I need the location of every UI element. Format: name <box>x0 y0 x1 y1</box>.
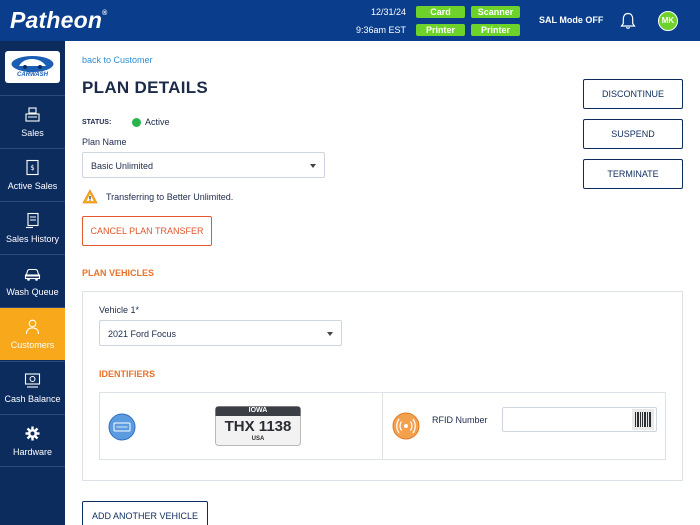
license-plate-icon <box>108 413 136 441</box>
identifiers-divider <box>382 392 383 460</box>
header-date: 12/31/24 <box>370 7 406 17</box>
add-another-vehicle-button[interactable]: ADD ANOTHER VEHICLE <box>82 501 208 525</box>
history-icon <box>26 212 39 229</box>
rfid-number-label: RFID Number <box>432 415 488 425</box>
barcode-scan-icon[interactable] <box>632 409 654 430</box>
sidebar-item-sales-history[interactable]: Sales History <box>0 201 65 254</box>
patheon-logo: Patheon® <box>10 7 108 34</box>
sidebar-item-customers[interactable]: Customers <box>0 307 65 360</box>
suspend-button[interactable]: SUSPEND <box>583 119 683 149</box>
page-title: PLAN DETAILS <box>82 78 209 97</box>
sidebar-item-label: Wash Queue <box>6 287 59 297</box>
sidebar-item-label: Sales <box>21 128 44 138</box>
carwash-brand-logo: CARWASH <box>5 51 60 83</box>
transfer-warning-text: Transferring to Better Unlimited. <box>106 192 234 202</box>
plan-vehicles-title: PLAN VEHICLES <box>82 268 155 278</box>
cancel-plan-transfer-button[interactable]: CANCEL PLAN TRANSFER <box>82 216 212 246</box>
sidebar-item-label: Customers <box>10 340 55 350</box>
warning-icon <box>82 189 98 204</box>
sidebar-item-label: Sales History <box>5 234 59 244</box>
rfid-icon <box>392 412 420 440</box>
chevron-down-icon <box>327 332 333 336</box>
plate-country: USA <box>251 436 265 442</box>
vehicle-select[interactable]: 2021 Ford Focus <box>99 320 342 346</box>
device-status-card[interactable]: Card <box>416 6 465 18</box>
carwash-logo-icon <box>11 56 54 79</box>
discontinue-button[interactable]: DISCONTINUE <box>583 79 683 109</box>
device-status-printer-1[interactable]: Printer <box>416 24 465 36</box>
sidebar-item-hardware[interactable]: Hardware <box>0 414 65 467</box>
gear-icon <box>25 426 40 441</box>
identifiers-title: IDENTIFIERS <box>99 369 156 379</box>
svg-text:$: $ <box>30 164 34 172</box>
user-avatar[interactable]: MK <box>658 11 678 31</box>
user-icon <box>25 319 40 335</box>
sidebar-item-label: Cash Balance <box>4 394 61 404</box>
plan-name-value: Basic Unlimited <box>91 161 154 171</box>
back-to-customer-link[interactable]: back to Customer <box>82 55 153 65</box>
logo-registered-mark: ® <box>102 10 108 17</box>
cash-register-icon <box>25 107 40 122</box>
sidebar-item-label: Active Sales <box>7 181 58 191</box>
plan-name-select[interactable]: Basic Unlimited <box>82 152 325 178</box>
top-header: Patheon® 12/31/24 9:36am EST Card Scanne… <box>0 0 700 41</box>
chevron-down-icon <box>310 164 316 168</box>
sidebar-item-active-sales[interactable]: $ Active Sales <box>0 148 65 201</box>
terminate-button[interactable]: TERMINATE <box>583 159 683 189</box>
cash-balance-icon <box>24 373 41 388</box>
sidebar-item-cash-balance[interactable]: Cash Balance <box>0 361 65 414</box>
notification-bell-icon[interactable] <box>620 12 636 30</box>
receipt-icon: $ <box>26 159 39 176</box>
vehicle-label: Vehicle 1* <box>99 305 140 315</box>
sidebar-item-label: Hardware <box>12 447 52 457</box>
plate-state: IOWA <box>248 407 268 414</box>
device-status-scanner[interactable]: Scanner <box>471 6 520 18</box>
car-icon <box>24 268 41 281</box>
sidebar-item-sales[interactable]: Sales <box>0 95 65 148</box>
logo-text: Patheon <box>10 7 103 33</box>
header-time: 9:36am EST <box>355 25 406 35</box>
status-value: Active <box>145 117 170 127</box>
sidebar: CARWASH Sales $ Active Sales Sales Histo… <box>0 41 65 525</box>
license-plate[interactable]: IOWA THX 1138 USA <box>215 406 301 446</box>
sidebar-item-wash-queue[interactable]: Wash Queue <box>0 254 65 307</box>
vehicle-value: 2021 Ford Focus <box>108 329 177 339</box>
plate-number: THX 1138 <box>224 418 292 435</box>
plan-name-label: Plan Name <box>82 137 127 147</box>
brand-text: CARWASH <box>17 72 48 78</box>
status-label: STATUS: <box>82 119 112 126</box>
sal-mode-status: SAL Mode OFF <box>539 15 604 25</box>
status-active-dot-icon <box>132 118 141 127</box>
device-status-printer-2[interactable]: Printer <box>471 24 520 36</box>
